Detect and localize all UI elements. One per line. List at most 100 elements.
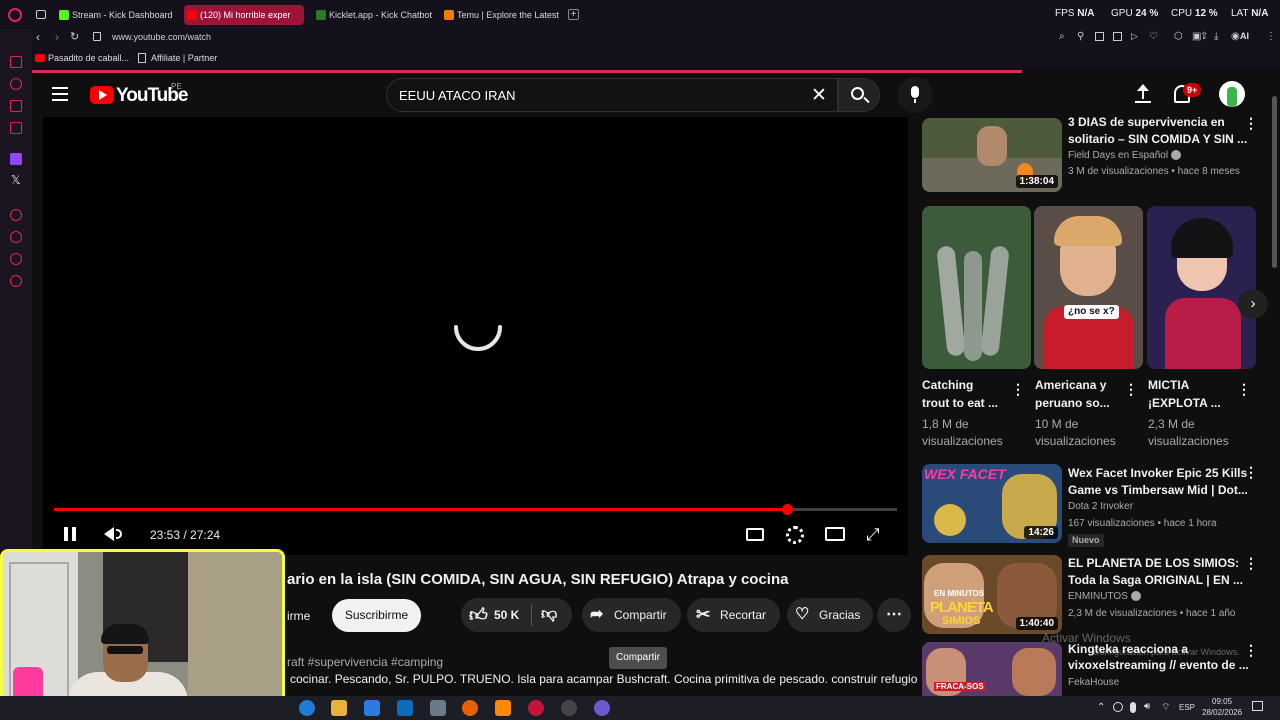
pause-icon[interactable] xyxy=(64,527,68,541)
vlc-icon[interactable] xyxy=(495,700,511,716)
side-title-line2[interactable]: solitario – SIN COMIDA Y SIN ... xyxy=(1068,131,1247,148)
bookmark-icon[interactable] xyxy=(10,56,22,68)
heart-icon[interactable]: ♡ xyxy=(1149,31,1158,42)
side-channel[interactable]: Dota 2 Invoker xyxy=(1068,499,1133,515)
search-box[interactable]: EEUU ATACO IRAN ✕ xyxy=(386,78,838,112)
camera-icon[interactable]: ◉ xyxy=(1231,31,1240,42)
tab-kicklet[interactable]: Kicklet.app - Kick Chatbot xyxy=(313,5,435,25)
progress-bar[interactable] xyxy=(54,504,897,515)
language-indicator[interactable]: ESP xyxy=(1179,703,1195,712)
short-title-3b[interactable]: ¡EXPLOTA ... xyxy=(1148,395,1221,412)
player-icon[interactable] xyxy=(10,122,22,134)
history-icon[interactable] xyxy=(10,209,22,221)
tab-temu[interactable]: Temu | Explore the Latest xyxy=(441,5,561,25)
opera-taskbar-icon[interactable] xyxy=(528,700,544,716)
thumbnail-survival[interactable]: 1:38:04 xyxy=(922,118,1062,192)
back-icon[interactable]: ‹ xyxy=(36,30,40,44)
new-tab-button[interactable]: + xyxy=(568,9,579,20)
like-count[interactable]: 50 K xyxy=(494,598,519,632)
short-thumb-trout[interactable] xyxy=(922,206,1031,369)
subscribe-button[interactable]: Suscribirme xyxy=(332,599,421,632)
reload-icon[interactable]: ↻ xyxy=(70,30,79,43)
page-scrollbar[interactable] xyxy=(1272,96,1277,268)
menu-icon[interactable]: ⋮ xyxy=(1266,31,1276,42)
url-field[interactable]: www.youtube.com/watch xyxy=(112,32,211,42)
clip-button[interactable]: ✂ Recortar xyxy=(687,598,780,632)
thumbnail-wex-facet[interactable]: WEX FACET 14:26 xyxy=(922,464,1062,543)
tab-kick-dashboard[interactable]: Stream - Kick Dashboard xyxy=(56,5,176,25)
side-title-line2[interactable]: Toda la Saga ORIGINAL | EN ... xyxy=(1068,572,1243,589)
short-thumb-americana[interactable]: ¿no se x? xyxy=(1034,206,1143,369)
more-actions-button[interactable]: ⋯ xyxy=(877,598,911,632)
video-player[interactable] xyxy=(43,117,908,555)
ai-button[interactable]: AI xyxy=(1240,31,1249,41)
side-title-line1[interactable]: EL PLANETA DE LOS SIMIOS: xyxy=(1068,555,1239,572)
twitch-icon[interactable] xyxy=(10,153,22,165)
store-icon[interactable] xyxy=(364,700,380,716)
short-thumb-mictia[interactable] xyxy=(1147,206,1256,369)
thanks-button[interactable]: ♡ Gracias xyxy=(787,598,873,632)
outlook-icon[interactable] xyxy=(397,700,413,716)
more-options-icon[interactable] xyxy=(1244,464,1258,481)
side-channel[interactable]: FekaHouse xyxy=(1068,675,1119,691)
notification-center-icon[interactable] xyxy=(1252,701,1263,711)
avatar[interactable] xyxy=(1219,81,1245,107)
bookmark-pasadito[interactable]: Pasadito de caball... xyxy=(48,53,129,63)
bookmark-affiliate[interactable]: Affiliate | Partner xyxy=(151,53,217,63)
thumbs-down-icon[interactable]: 👎︎ xyxy=(541,598,557,632)
side-channel[interactable]: Field Days en Español xyxy=(1068,148,1181,164)
extensions-puzzle-icon[interactable]: ⬡ xyxy=(1174,31,1183,42)
hashtags[interactable]: raft #supervivencia #camping xyxy=(287,655,443,669)
download-icon[interactable]: ⤓ xyxy=(1214,31,1218,42)
side-channel[interactable]: ENMINUTOS xyxy=(1068,589,1141,605)
snapshot-icon[interactable] xyxy=(1095,32,1104,41)
workspaces-icon[interactable] xyxy=(36,10,46,19)
mic-tray-icon[interactable] xyxy=(1130,702,1136,713)
edge-icon[interactable] xyxy=(299,700,315,716)
share-button[interactable]: ➦ Compartir xyxy=(582,598,681,632)
shorts-next-button[interactable]: › xyxy=(1238,289,1268,319)
subtitles-icon[interactable] xyxy=(746,528,764,541)
settings-icon[interactable] xyxy=(10,275,22,287)
short-title-2b[interactable]: peruano so... xyxy=(1035,395,1110,412)
network-icon[interactable] xyxy=(1113,702,1123,712)
clock-date[interactable]: 28/02/2026 xyxy=(1202,708,1242,717)
show-hidden-icons[interactable]: ⌃ xyxy=(1097,702,1105,713)
short-title-3a[interactable]: MICTIA xyxy=(1148,377,1189,394)
file-explorer-icon[interactable] xyxy=(331,700,347,716)
pin-icon[interactable]: ⚲ xyxy=(1077,31,1084,42)
obs-icon[interactable] xyxy=(561,700,577,716)
share-icon[interactable]: ⇪ xyxy=(1200,31,1208,42)
search-button[interactable] xyxy=(838,78,880,112)
side-title-line2[interactable]: vixoxelstreaming // evento de ... xyxy=(1068,657,1249,674)
youtube-logo-icon[interactable] xyxy=(90,86,114,104)
short-title-1b[interactable]: trout to eat ... xyxy=(922,395,998,412)
volume-icon[interactable] xyxy=(104,527,114,541)
thumbs-up-icon[interactable]: 👍︎ xyxy=(469,598,488,632)
tab-youtube[interactable]: (120) Mi horrible exper xyxy=(184,5,304,25)
discord-icon[interactable] xyxy=(594,700,610,716)
bag-icon[interactable] xyxy=(10,78,22,90)
side-title-line1[interactable]: Wex Facet Invoker Epic 25 Kills xyxy=(1068,465,1247,482)
opera-menu-icon[interactable] xyxy=(8,8,22,22)
side-title-line1[interactable]: 3 DIAS de supervivencia en xyxy=(1068,114,1225,131)
upload-icon[interactable] xyxy=(1134,84,1152,104)
capture-icon[interactable] xyxy=(1113,32,1122,41)
voice-search-button[interactable] xyxy=(897,77,933,113)
hamburger-menu-icon[interactable] xyxy=(52,87,68,101)
search-input[interactable]: EEUU ATACO IRAN xyxy=(399,88,516,103)
forward-icon[interactable]: › xyxy=(55,30,59,44)
clear-search-icon[interactable]: ✕ xyxy=(811,84,827,107)
firefox-icon[interactable] xyxy=(462,700,478,716)
more-options-icon[interactable] xyxy=(1244,555,1258,572)
fullscreen-icon[interactable]: ⤢ xyxy=(866,525,880,545)
short-3-more-icon[interactable] xyxy=(1237,381,1251,398)
x-icon[interactable]: 𝕏 xyxy=(11,173,21,187)
short-2-more-icon[interactable] xyxy=(1124,381,1138,398)
messenger-icon[interactable] xyxy=(10,100,22,112)
side-title-line2[interactable]: Game vs Timbersaw Mid | Dot... xyxy=(1068,482,1248,499)
theater-mode-icon[interactable] xyxy=(825,527,845,541)
volume-tray-icon[interactable]: 🔊︎ xyxy=(1144,701,1150,712)
extensions-icon[interactable] xyxy=(10,253,22,265)
thumbnail-kingteka[interactable]: FRACA-SOS xyxy=(922,642,1062,696)
